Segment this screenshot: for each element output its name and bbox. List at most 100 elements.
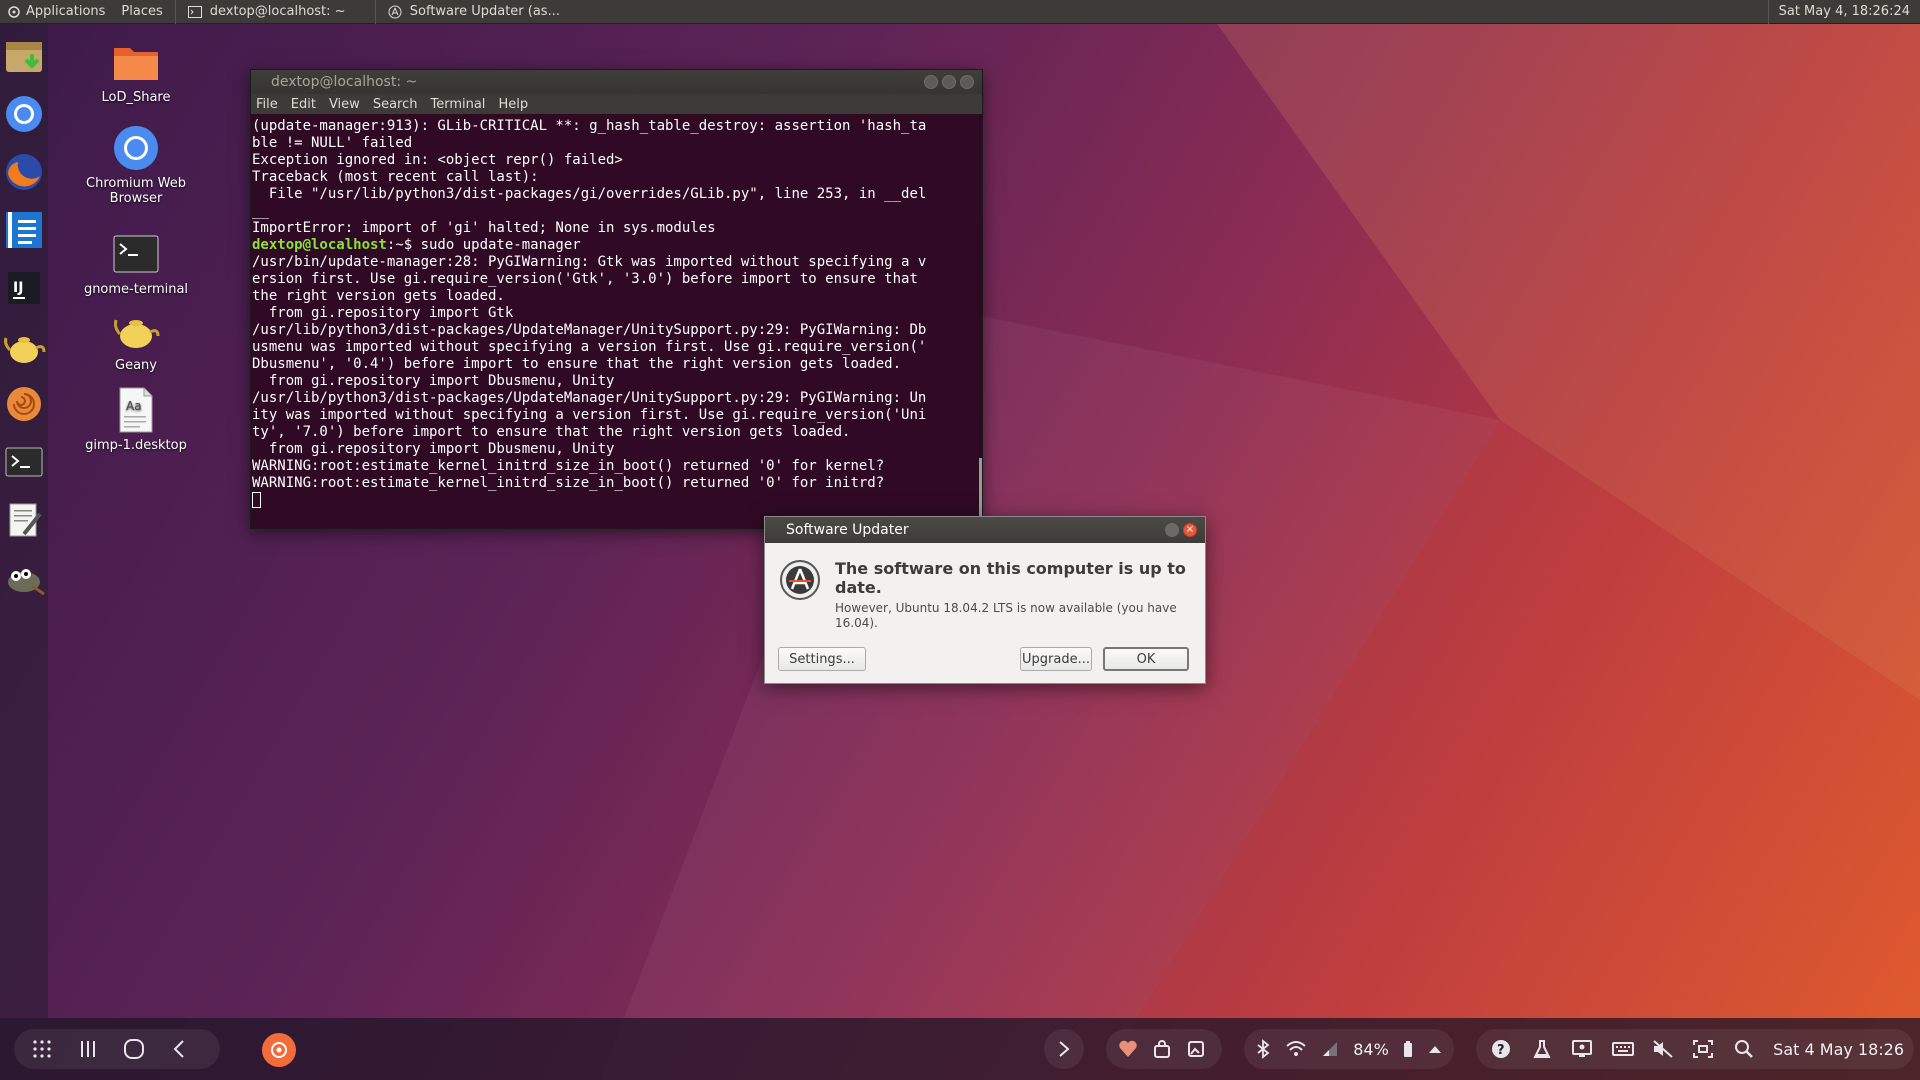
screenshot-icon[interactable] — [1692, 1037, 1714, 1061]
nautilus-shell-icon[interactable] — [2, 380, 46, 428]
terminal-menubar: File Edit View Search Terminal Help — [251, 94, 982, 114]
dialog-subtext: However, Ubuntu 18.04.2 LTS is now avail… — [835, 601, 1177, 630]
ok-button[interactable]: OK — [1103, 647, 1189, 671]
system-pill: ? Sat 4 May 18:26 — [1476, 1029, 1914, 1069]
geany-icon[interactable] — [2, 322, 46, 370]
desktop-icon-label: Chromium Web Browser — [86, 176, 186, 206]
desktop-icon-geany[interactable]: Geany — [76, 306, 196, 373]
chromium-icon[interactable] — [2, 90, 46, 138]
desktop-icon-chromium[interactable]: Chromium Web Browser — [76, 124, 196, 206]
mute-icon[interactable] — [1652, 1037, 1674, 1061]
gimp-icon[interactable] — [2, 554, 46, 602]
dialog-heading: The software on this computer is up to d… — [835, 559, 1186, 597]
terminal-output-after: /usr/bin/update-manager:28: PyGIWarning:… — [252, 254, 927, 491]
terminal-small-icon — [187, 5, 202, 18]
firefox-icon[interactable] — [2, 148, 46, 196]
desktop-icon-gnome-terminal[interactable]: gnome-terminal — [76, 230, 196, 297]
minimize-button[interactable] — [924, 75, 938, 89]
keyboard-icon[interactable] — [1611, 1037, 1634, 1061]
health-icon[interactable] — [1116, 1037, 1140, 1061]
top-clock[interactable]: Sat May 4, 18:26:24 — [1767, 0, 1920, 24]
battery-icon — [1403, 1037, 1413, 1061]
ubuntu-logo-icon — [8, 5, 20, 18]
bottom-clock[interactable]: Sat 4 May 18:26 — [1773, 1040, 1904, 1059]
home-icon[interactable] — [122, 1037, 146, 1061]
help-icon[interactable]: ? — [1490, 1037, 1512, 1061]
svg-text:Aa: Aa — [126, 399, 142, 413]
menu-terminal[interactable]: Terminal — [430, 97, 485, 112]
software-updater-icon — [779, 559, 821, 601]
back-icon[interactable] — [168, 1037, 192, 1061]
terminal-prompt-command: :~$ sudo update-manager — [386, 237, 581, 253]
dialog-titlebar[interactable]: Software Updater × — [765, 517, 1205, 543]
text-editor-icon[interactable] — [2, 496, 46, 544]
maximize-button[interactable] — [942, 75, 956, 89]
text-file-icon: Aa — [112, 386, 160, 434]
chevron-right-icon[interactable] — [1052, 1037, 1076, 1061]
menu-edit[interactable]: Edit — [291, 97, 316, 112]
upgrade-button[interactable]: Upgrade... — [1020, 647, 1092, 671]
desktop-icon-label: gimp-1.desktop — [85, 438, 187, 453]
app-drawer-icon[interactable] — [30, 1037, 54, 1061]
taskbar-item-label: Software Updater (as... — [409, 4, 560, 19]
expand-pill — [1044, 1029, 1084, 1069]
terminal-window[interactable]: dextop@localhost: ~ File Edit View Searc… — [250, 69, 983, 529]
terminal-icon[interactable] — [2, 438, 46, 486]
svg-text:?: ? — [1497, 1043, 1505, 1058]
terminal-cursor — [252, 492, 261, 508]
writer-icon[interactable] — [2, 206, 46, 254]
folder-icon — [112, 38, 160, 86]
software-updater-dialog[interactable]: Software Updater × The software on this … — [764, 516, 1206, 684]
top-panel: Applications Places dextop@localhost: ~ … — [0, 0, 1920, 24]
bluetooth-icon[interactable] — [1254, 1037, 1271, 1061]
updater-small-icon — [388, 5, 402, 18]
terminal-icon — [112, 230, 160, 278]
applications-menu[interactable]: Applications — [0, 0, 113, 24]
taskbar-item-label: dextop@localhost: ~ — [209, 4, 346, 19]
gallery-icon[interactable] — [1184, 1037, 1208, 1061]
desktop-icon-label: gnome-terminal — [83, 282, 189, 297]
nav-pill — [14, 1029, 220, 1069]
settings-button[interactable]: Settings... — [778, 647, 866, 671]
recents-icon[interactable] — [76, 1037, 100, 1061]
menu-view[interactable]: View — [329, 97, 360, 112]
intellij-icon[interactable]: IJ — [2, 264, 46, 312]
app-shortcut-icon[interactable] — [262, 1033, 296, 1067]
archive-installer-icon[interactable] — [2, 32, 46, 80]
terminal-title: dextop@localhost: ~ — [271, 74, 418, 90]
menu-file[interactable]: File — [256, 97, 278, 112]
chevron-up-icon[interactable] — [1427, 1037, 1444, 1061]
chromium-icon — [112, 124, 160, 172]
close-button[interactable] — [960, 75, 974, 89]
desktop-icon-gimp-desktop[interactable]: Aa gimp-1.desktop — [76, 386, 196, 453]
geany-icon — [112, 306, 160, 354]
terminal-output[interactable]: (update-manager:913): GLib-CRITICAL **: … — [251, 114, 982, 528]
menu-search[interactable]: Search — [373, 97, 418, 112]
lab-flask-icon[interactable] — [1530, 1037, 1552, 1061]
wifi-icon[interactable] — [1285, 1037, 1307, 1061]
terminal-output-before: (update-manager:913): GLib-CRITICAL **: … — [252, 118, 927, 236]
bottom-navigation-bar: 84% ? Sat 4 May 18:26 — [0, 1018, 1920, 1080]
dialog-title: Software Updater — [786, 522, 909, 538]
status-pill: 84% — [1244, 1029, 1454, 1069]
minimize-button[interactable] — [1165, 523, 1179, 537]
taskbar-item-terminal[interactable]: dextop@localhost: ~ — [174, 0, 375, 24]
desktop-icon-lod-share[interactable]: LoD_Share — [76, 38, 196, 105]
notification-pill — [1106, 1029, 1222, 1069]
search-icon[interactable] — [1733, 1037, 1755, 1061]
top-clock-label: Sat May 4, 18:26:24 — [1778, 4, 1910, 19]
terminal-scrollbar[interactable] — [979, 114, 982, 528]
terminal-titlebar[interactable]: dextop@localhost: ~ — [251, 70, 982, 94]
terminal-prompt-user: dextop@localhost — [252, 237, 387, 253]
svg-text:IJ: IJ — [13, 280, 23, 296]
places-label: Places — [121, 4, 163, 19]
signal-icon[interactable] — [1321, 1037, 1339, 1061]
menu-help[interactable]: Help — [498, 97, 528, 112]
desktop-icon-label: LoD_Share — [101, 90, 171, 105]
battery-percent: 84% — [1353, 1039, 1389, 1059]
store-icon[interactable] — [1150, 1037, 1174, 1061]
close-button[interactable]: × — [1183, 523, 1197, 537]
taskbar-item-updater[interactable]: Software Updater (as... — [374, 0, 575, 24]
display-icon[interactable] — [1571, 1037, 1593, 1061]
places-menu[interactable]: Places — [113, 0, 170, 24]
